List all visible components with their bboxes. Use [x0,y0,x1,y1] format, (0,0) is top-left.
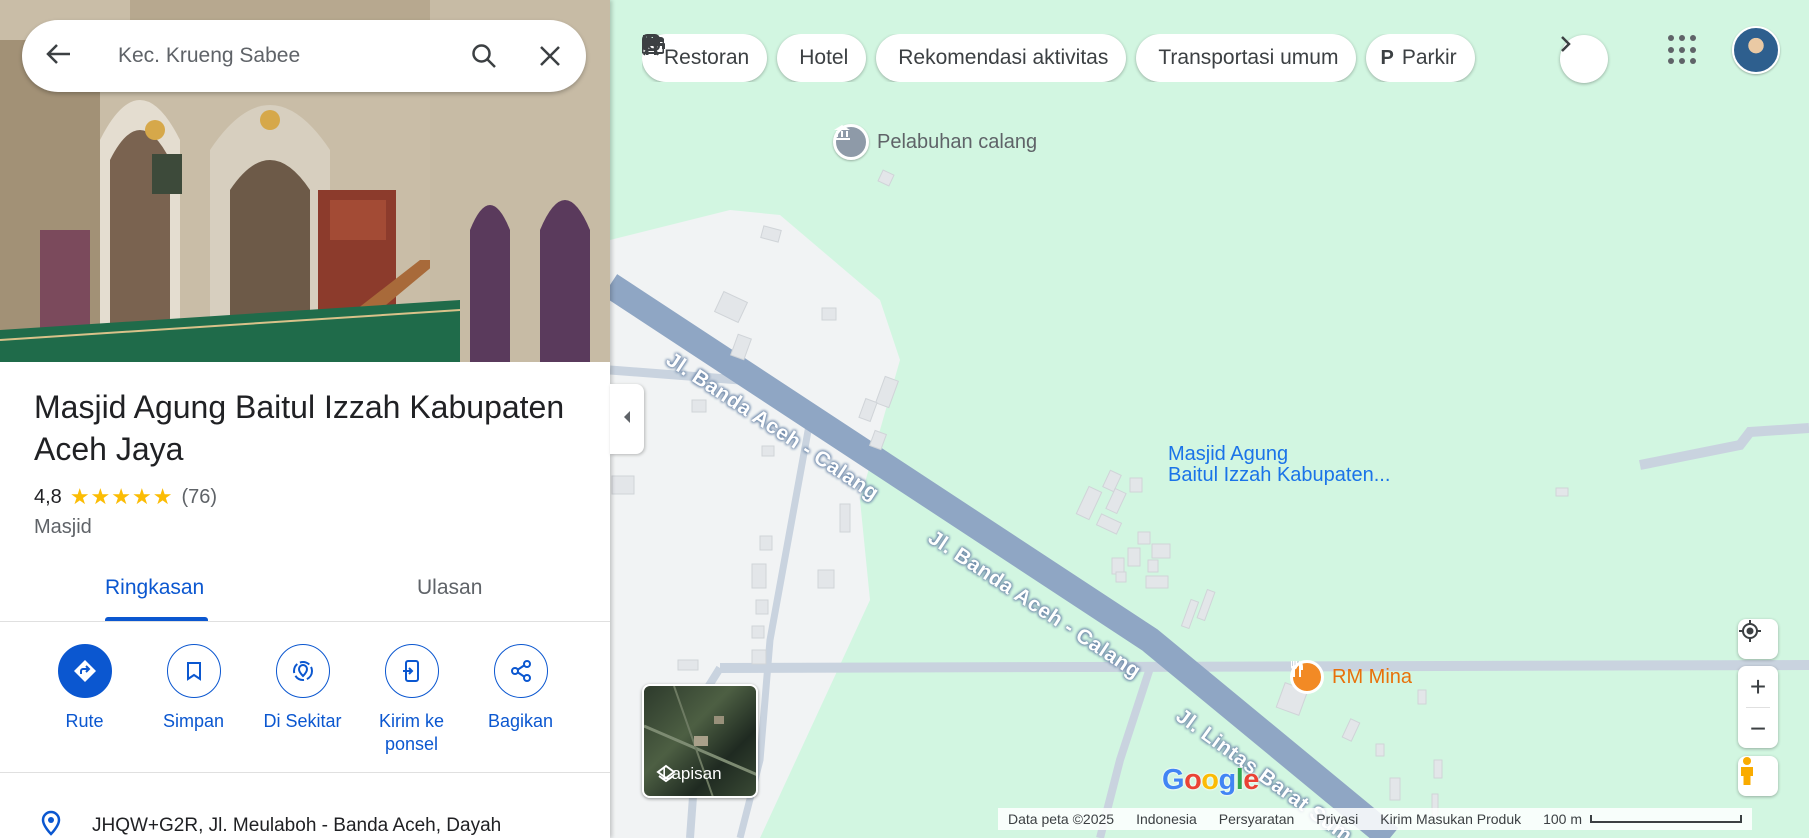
place-category[interactable]: Masjid [34,516,92,539]
search-input[interactable]: Kec. Krueng Sabee [82,44,454,68]
logo-letter: o [1184,764,1202,796]
action-label: Simpan [162,711,225,731]
action-label: Di Sekitar [263,711,342,731]
plus-icon: + [1749,670,1767,702]
zoom-out-button[interactable]: − [1738,708,1778,749]
minus-icon: − [1749,712,1767,744]
scale-bar[interactable]: 100 m [1543,811,1743,827]
close-icon[interactable] [514,45,586,67]
scale-label: 100 m [1543,811,1583,827]
poi-port-label: Pelabuhan calang [877,130,1038,153]
caret-left-icon [622,410,632,429]
landmark-icon [833,124,869,160]
chip-transportasi-umum[interactable]: Transportasi umum [642,34,1357,82]
search-box[interactable]: Kec. Krueng Sabee [22,20,586,92]
rating-stars-icon: ★★★★★ [69,484,174,509]
chips-scroll-right-button[interactable] [1560,35,1608,83]
footer-terms-link[interactable]: Persyaratan [1219,811,1294,827]
poi-pelabuhan-calang[interactable]: Pelabuhan calang [833,124,1037,160]
chip-hotel[interactable]: Hotel [643,34,867,82]
share-button[interactable]: Bagikan [466,644,575,756]
chip-label: Transportasi umum [1158,46,1339,69]
footer-privacy-link[interactable]: Privasi [1316,811,1358,827]
place-title: Masjid Agung Baitul Izzah Kabupaten Aceh… [34,389,565,467]
selected-place-label[interactable]: Masjid Agung Baitul Izzah Kabupaten... [1168,444,1390,486]
parking-icon: P [1380,46,1394,69]
chip-parkir[interactable]: P Parkir [1366,34,1475,82]
send-to-phone-icon [384,644,439,698]
place-panel: Kec. Krueng Sabee Masjid Agung Baitul Iz… [0,0,610,838]
scale-line [1590,815,1743,823]
rating-value: 4,8 [34,485,62,508]
logo-letter: G [1162,764,1185,796]
street-view-pegman[interactable] [1738,756,1778,796]
tab-ringkasan[interactable]: Ringkasan [105,576,204,600]
marker-label-line1: Masjid Agung [1168,443,1289,465]
map-data-credit: Data peta ©2025 [1008,811,1115,827]
chip-label: Parkir [1401,46,1457,69]
apps-grid-icon[interactable] [1668,35,1698,65]
place-address: JHQW+G2R, Jl. Meulaboh - Banda Aceh, Day… [92,815,502,836]
tab-ulasan[interactable]: Ulasan [417,576,482,600]
zoom-in-button[interactable]: + [1738,666,1778,707]
google-logo: Google [1162,764,1259,797]
share-icon [493,644,548,698]
active-tab-indicator [105,617,208,621]
bookmark-icon [166,644,221,698]
chip-label: Rekomendasi aktivitas [898,46,1109,69]
back-arrow-icon[interactable] [22,40,82,72]
location-pin-icon [40,810,62,838]
footer-country-link[interactable]: Indonesia [1136,811,1197,827]
directions-icon [57,644,112,698]
nearby-button[interactable]: Di Sekitar [248,644,357,756]
map-footer: Data peta ©2025 Indonesia Persyaratan Pr… [998,808,1753,830]
divider [0,772,610,773]
place-photo[interactable]: Kec. Krueng Sabee [0,0,610,362]
place-tabs: Ringkasan Ulasan [0,560,610,622]
send-to-phone-button[interactable]: Kirim ke ponsel [357,644,466,756]
chip-label: Hotel [799,46,849,69]
logo-letter: o [1201,764,1219,796]
action-label: Kirim ke ponsel [378,711,444,754]
my-location-button[interactable] [1738,619,1778,659]
category-chips: Restoran Hotel Rekomendasi aktivitas Tra… [642,34,1590,82]
action-buttons: Rute Simpan Di Sekitar Kirim ke ponsel B… [30,644,575,756]
poi-rm-mina-label: RM Mina [1332,665,1413,688]
action-label: Bagikan [487,711,554,731]
nearby-icon [275,644,330,698]
logo-letter: e [1243,764,1259,796]
account-avatar[interactable] [1732,26,1780,74]
search-icon[interactable] [454,43,514,69]
zoom-controls: + − [1738,666,1778,748]
place-address-row[interactable]: JHQW+G2R, Jl. Meulaboh - Banda Aceh, Day… [40,810,501,838]
restaurant-pin-icon [1290,660,1324,694]
review-count[interactable]: (76) [181,486,217,509]
directions-button[interactable]: Rute [30,644,139,756]
collapse-panel-button[interactable] [610,384,644,454]
footer-feedback-link[interactable]: Kirim Masukan Produk [1380,811,1521,827]
chip-label: Restoran [664,46,750,69]
save-button[interactable]: Simpan [139,644,248,756]
poi-rm-mina[interactable]: RM Mina [1290,660,1412,694]
chip-rekomendasi-aktivitas[interactable]: Rekomendasi aktivitas [642,34,1127,82]
marker-label-line2: Baitul Izzah Kabupaten... [1168,464,1391,486]
action-label: Rute [65,711,104,731]
layers-button[interactable]: Lapisan [642,684,758,798]
logo-letter: g [1218,764,1237,796]
place-rating[interactable]: 4,8 ★★★★★ (76) [34,484,217,510]
